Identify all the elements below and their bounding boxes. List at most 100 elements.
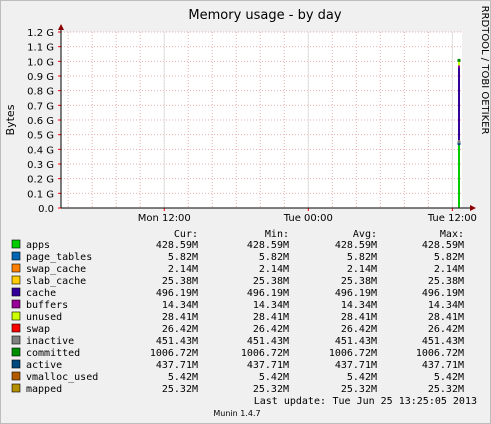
munin-version: Munin 1.4.7 (213, 409, 260, 418)
legend-header-min: Min: (265, 229, 289, 240)
y-tick-label: 0.3 G (27, 160, 54, 171)
legend-value-cur: 496.19M (156, 288, 198, 299)
legend-swatch-active (11, 359, 21, 369)
legend-swatch-swap (11, 323, 21, 333)
legend-value-avg: 428.59M (335, 240, 377, 251)
legend-value-cur: 437.71M (156, 360, 198, 371)
legend-label-apps: apps (26, 240, 50, 251)
legend-value-cur: 2.14M (168, 264, 198, 275)
legend-header-max: Max: (440, 229, 464, 240)
y-tick-label: 1.1 G (27, 43, 54, 54)
legend-value-max: 437.71M (422, 360, 464, 371)
legend-label-buffers: buffers (26, 300, 68, 311)
legend-header: Cur: Min: Avg: Max: (174, 229, 464, 240)
legend-value-max: 25.32M (428, 384, 464, 395)
legend-value-cur: 28.41M (162, 312, 198, 323)
legend-value-max: 1006.72M (416, 348, 464, 359)
y-tick-label: 0.6 G (27, 116, 54, 127)
y-tick-label: 0.1 G (27, 189, 54, 200)
y-tick-label: 1.2 G (27, 28, 54, 39)
legend-swatch-mapped (11, 383, 21, 393)
series-inactive (457, 140, 461, 144)
legend-value-avg: 28.41M (341, 312, 377, 323)
legend-value-cur: 25.38M (162, 276, 198, 287)
x-tick-labels: Mon 12:00 Tue 00:00 Tue 12:00 (138, 208, 477, 224)
x-tick-label: Tue 00:00 (283, 213, 333, 224)
legend-value-min: 451.43M (247, 336, 289, 347)
legend-value-avg: 5.82M (347, 252, 377, 263)
legend-value-min: 1006.72M (241, 348, 289, 359)
legend-swatch-committed (11, 347, 21, 357)
legend-value-cur: 5.42M (168, 372, 198, 383)
y-tick-label: 0.4 G (27, 145, 54, 156)
legend-label-page_tables: page_tables (26, 252, 92, 263)
legend-label-active: active (26, 360, 62, 371)
legend-value-max: 496.19M (422, 288, 464, 299)
legend-swatch-swap_cache (11, 263, 21, 273)
y-axis-label: Bytes (4, 104, 17, 135)
legend-value-avg: 25.32M (341, 384, 377, 395)
legend-value-max: 428.59M (422, 240, 464, 251)
legend-value-min: 428.59M (247, 240, 289, 251)
legend-value-min: 5.42M (259, 372, 289, 383)
legend-header-cur: Cur: (174, 229, 198, 240)
legend-value-cur: 14.34M (162, 300, 198, 311)
legend-value-avg: 25.38M (341, 276, 377, 287)
legend-swatch-buffers (11, 299, 21, 309)
legend-label-mapped: mapped (26, 384, 62, 395)
y-tick-label: 0.9 G (27, 72, 54, 83)
legend-label-inactive: inactive (26, 336, 74, 347)
legend-value-min: 14.34M (253, 300, 289, 311)
legend-value-cur: 451.43M (156, 336, 198, 347)
legend-label-slab_cache: slab_cache (26, 276, 86, 287)
legend-swatch-vmalloc_used (11, 371, 21, 381)
legend-swatch-slab_cache (11, 275, 21, 285)
legend-label-unused: unused (26, 312, 62, 323)
legend-value-avg: 2.14M (347, 264, 377, 275)
legend-value-min: 5.82M (259, 252, 289, 263)
legend-value-cur: 428.59M (156, 240, 198, 251)
legend-value-min: 28.41M (253, 312, 289, 323)
legend-label-swap_cache: swap_cache (26, 264, 86, 275)
legend-value-min: 2.14M (259, 264, 289, 275)
legend-label-committed: committed (26, 348, 80, 359)
legend-value-max: 5.42M (434, 372, 464, 383)
legend-value-avg: 14.34M (341, 300, 377, 311)
x-tick-label: Tue 12:00 (427, 213, 477, 224)
memory-chart: Memory usage - by day RRDTOOL / TOBI OET… (4, 6, 490, 418)
legend-value-max: 26.42M (428, 324, 464, 335)
y-tick-label: 0.5 G (27, 131, 54, 142)
legend-value-avg: 26.42M (341, 324, 377, 335)
series-committed (457, 58, 461, 62)
legend-value-avg: 5.42M (347, 372, 377, 383)
legend-value-avg: 496.19M (335, 288, 377, 299)
last-update-value: Tue Jun 25 13:25:05 2013 (333, 396, 478, 407)
legend-swatch-page_tables (11, 251, 21, 261)
x-axis-arrow (470, 205, 476, 211)
legend-value-max: 25.38M (428, 276, 464, 287)
legend-value-min: 496.19M (247, 288, 289, 299)
legend-value-cur: 26.42M (162, 324, 198, 335)
y-tick-label: 0.8 G (27, 87, 54, 98)
legend-label-cache: cache (26, 288, 56, 299)
legend-value-max: 451.43M (422, 336, 464, 347)
legend-swatch-cache (11, 287, 21, 297)
legend-label-swap: swap (26, 324, 50, 335)
legend-swatch-inactive (11, 335, 21, 345)
rrdtool-side-label: RRDTOOL / TOBI OETIKER (479, 6, 490, 135)
legend-value-max: 28.41M (428, 312, 464, 323)
y-axis-arrow (58, 24, 64, 30)
y-tick-labels: 0.0 0.1 G 0.2 G 0.3 G 0.4 G 0.5 G 0.6 G 0.7 G 0.… (27, 28, 61, 215)
legend-value-min: 26.42M (253, 324, 289, 335)
legend-label-vmalloc_used: vmalloc_used (26, 372, 98, 383)
legend-header-avg: Avg: (353, 229, 377, 240)
legend-value-max: 14.34M (428, 300, 464, 311)
x-tick-label: Mon 12:00 (138, 213, 191, 224)
legend-value-max: 5.82M (434, 252, 464, 263)
legend-value-avg: 451.43M (335, 336, 377, 347)
legend-value-max: 2.14M (434, 264, 464, 275)
legend-value-cur: 25.32M (162, 384, 198, 395)
legend-value-cur: 1006.72M (150, 348, 198, 359)
chart-title: Memory usage - by day (188, 8, 341, 23)
y-tick-label: 0.2 G (27, 175, 54, 186)
